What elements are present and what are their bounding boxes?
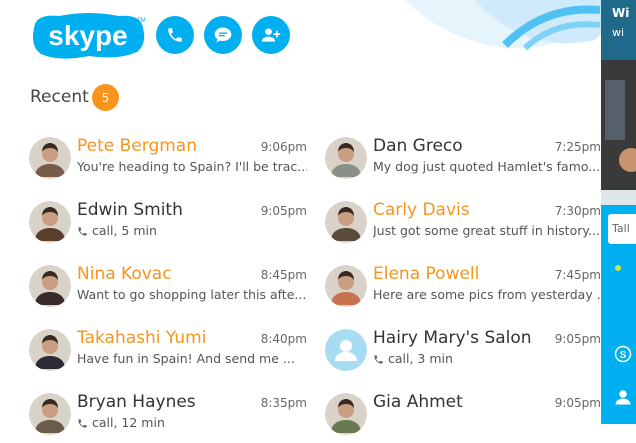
recent-count-badge: 5 <box>92 84 119 111</box>
contact-last-message: Have fun in Spain! And send me ... <box>77 351 307 366</box>
avatar <box>29 265 71 307</box>
message-text: call, 12 min <box>92 415 165 430</box>
contact-row[interactable]: Edwin Smith 9:05pm call, 5 min <box>29 200 307 251</box>
contact-name: Edwin Smith <box>77 200 183 220</box>
avatar <box>29 329 71 371</box>
contact-time: 7:45pm <box>554 268 601 282</box>
message-text: call, 5 min <box>92 223 157 238</box>
contact-name: Elena Powell <box>373 264 480 284</box>
message-text: You're heading to Spain? I'll be trac... <box>77 159 307 174</box>
cloud-decoration <box>405 0 605 51</box>
contact-avatar <box>325 329 367 371</box>
contact-last-message: My dog just quoted Hamlet's famo... <box>373 159 601 174</box>
call-button[interactable] <box>156 16 194 54</box>
contact-time: 8:40pm <box>260 332 307 346</box>
contact-name: Dan Greco <box>373 136 463 156</box>
contact-last-message: call, 3 min <box>373 351 601 366</box>
contact-avatar <box>29 265 71 307</box>
avatar <box>325 265 367 307</box>
contact-last-message: call, 12 min <box>77 415 307 430</box>
avatar <box>325 393 367 435</box>
contact-row[interactable]: Nina Kovac 8:45pm Want to go shopping late… <box>29 264 307 315</box>
contact-time: 8:45pm <box>260 268 307 282</box>
contact-time: 9:06pm <box>260 140 307 154</box>
profile-icon[interactable] <box>614 388 632 406</box>
contact-avatar <box>325 393 367 435</box>
contact-row[interactable]: Carly Davis 7:30pm Just got some great stu… <box>325 200 601 251</box>
contact-avatar <box>29 137 71 179</box>
default-avatar-icon <box>325 329 367 371</box>
contact-name: Bryan Haynes <box>77 392 196 412</box>
contact-name: Carly Davis <box>373 200 470 220</box>
contact-row[interactable]: Takahashi Yumi 8:40pm Have fun in Spain! A… <box>29 328 307 379</box>
call-history-icon <box>78 227 87 236</box>
contact-time: 7:30pm <box>554 204 601 218</box>
contact-time: 8:35pm <box>260 396 307 410</box>
avatar <box>325 201 367 243</box>
contact-row[interactable]: Hairy Mary's Salon 9:05pm call, 3 min <box>325 328 601 379</box>
message-text: call, 3 min <box>388 351 453 366</box>
contact-name: Gia Ahmet <box>373 392 463 412</box>
contact-time: 9:05pm <box>554 396 601 410</box>
contact-last-message: call, 5 min <box>77 223 307 238</box>
contact-avatar <box>325 265 367 307</box>
contact-row[interactable]: Gia Ahmet 9:05pm <box>325 392 601 443</box>
svg-text:S: S <box>620 350 627 361</box>
contact-row[interactable]: Elena Powell 7:45pm Here are some pics fro… <box>325 264 601 315</box>
contact-time: 9:05pm <box>260 204 307 218</box>
contact-avatar <box>29 393 71 435</box>
contact-avatar <box>325 137 367 179</box>
avatar <box>29 201 71 243</box>
contact-avatar <box>29 201 71 243</box>
contact-avatar <box>29 329 71 371</box>
avatar <box>325 137 367 179</box>
contact-name: Nina Kovac <box>77 264 172 284</box>
panel-title: Wi <box>612 6 630 20</box>
message-input[interactable]: Tall <box>608 214 636 244</box>
message-text: Just got some great stuff in history... <box>373 223 600 238</box>
contact-avatar <box>325 201 367 243</box>
chat-bubble-icon <box>214 27 232 43</box>
contact-time: 9:05pm <box>554 332 601 346</box>
recent-heading: Recent <box>30 87 89 107</box>
message-text: Want to go shopping later this afte... <box>77 287 307 302</box>
call-history-icon <box>374 355 383 364</box>
skype-logo-text: skype <box>48 20 127 51</box>
contact-last-message: Just got some great stuff in history... <box>373 223 601 238</box>
contact-row[interactable]: Bryan Haynes 8:35pm call, 12 min <box>29 392 307 443</box>
svg-text:TM: TM <box>137 18 146 24</box>
skype-s-icon[interactable]: S <box>614 345 632 363</box>
skype-logo: skype TM <box>33 13 146 59</box>
message-text: My dog just quoted Hamlet's famo... <box>373 159 601 174</box>
contact-name: Hairy Mary's Salon <box>373 328 532 348</box>
add-contact-button[interactable] <box>252 16 290 54</box>
contact-last-message: Want to go shopping later this afte... <box>77 287 307 302</box>
avatar <box>29 393 71 435</box>
contact-last-message: Here are some pics from yesterday ... <box>373 287 601 302</box>
presence-dot <box>615 265 621 271</box>
contact-time: 7:25pm <box>554 140 601 154</box>
message-text: Have fun in Spain! And send me ... <box>77 351 295 366</box>
contact-name: Pete Bergman <box>77 136 197 156</box>
contact-row[interactable]: Pete Bergman 9:06pm You're heading to Spai… <box>29 136 307 187</box>
avatar <box>29 137 71 179</box>
contact-row[interactable]: Dan Greco 7:25pm My dog just quoted Hamlet… <box>325 136 601 187</box>
add-person-icon <box>261 28 281 42</box>
panel-subtitle: wi <box>612 26 625 39</box>
chat-button[interactable] <box>204 16 242 54</box>
phone-icon <box>168 28 182 42</box>
contact-last-message: You're heading to Spain? I'll be trac... <box>77 159 307 174</box>
message-text: Here are some pics from yesterday ... <box>373 287 601 302</box>
contact-name: Takahashi Yumi <box>77 328 207 348</box>
conversation-panel[interactable]: S <box>601 0 636 424</box>
